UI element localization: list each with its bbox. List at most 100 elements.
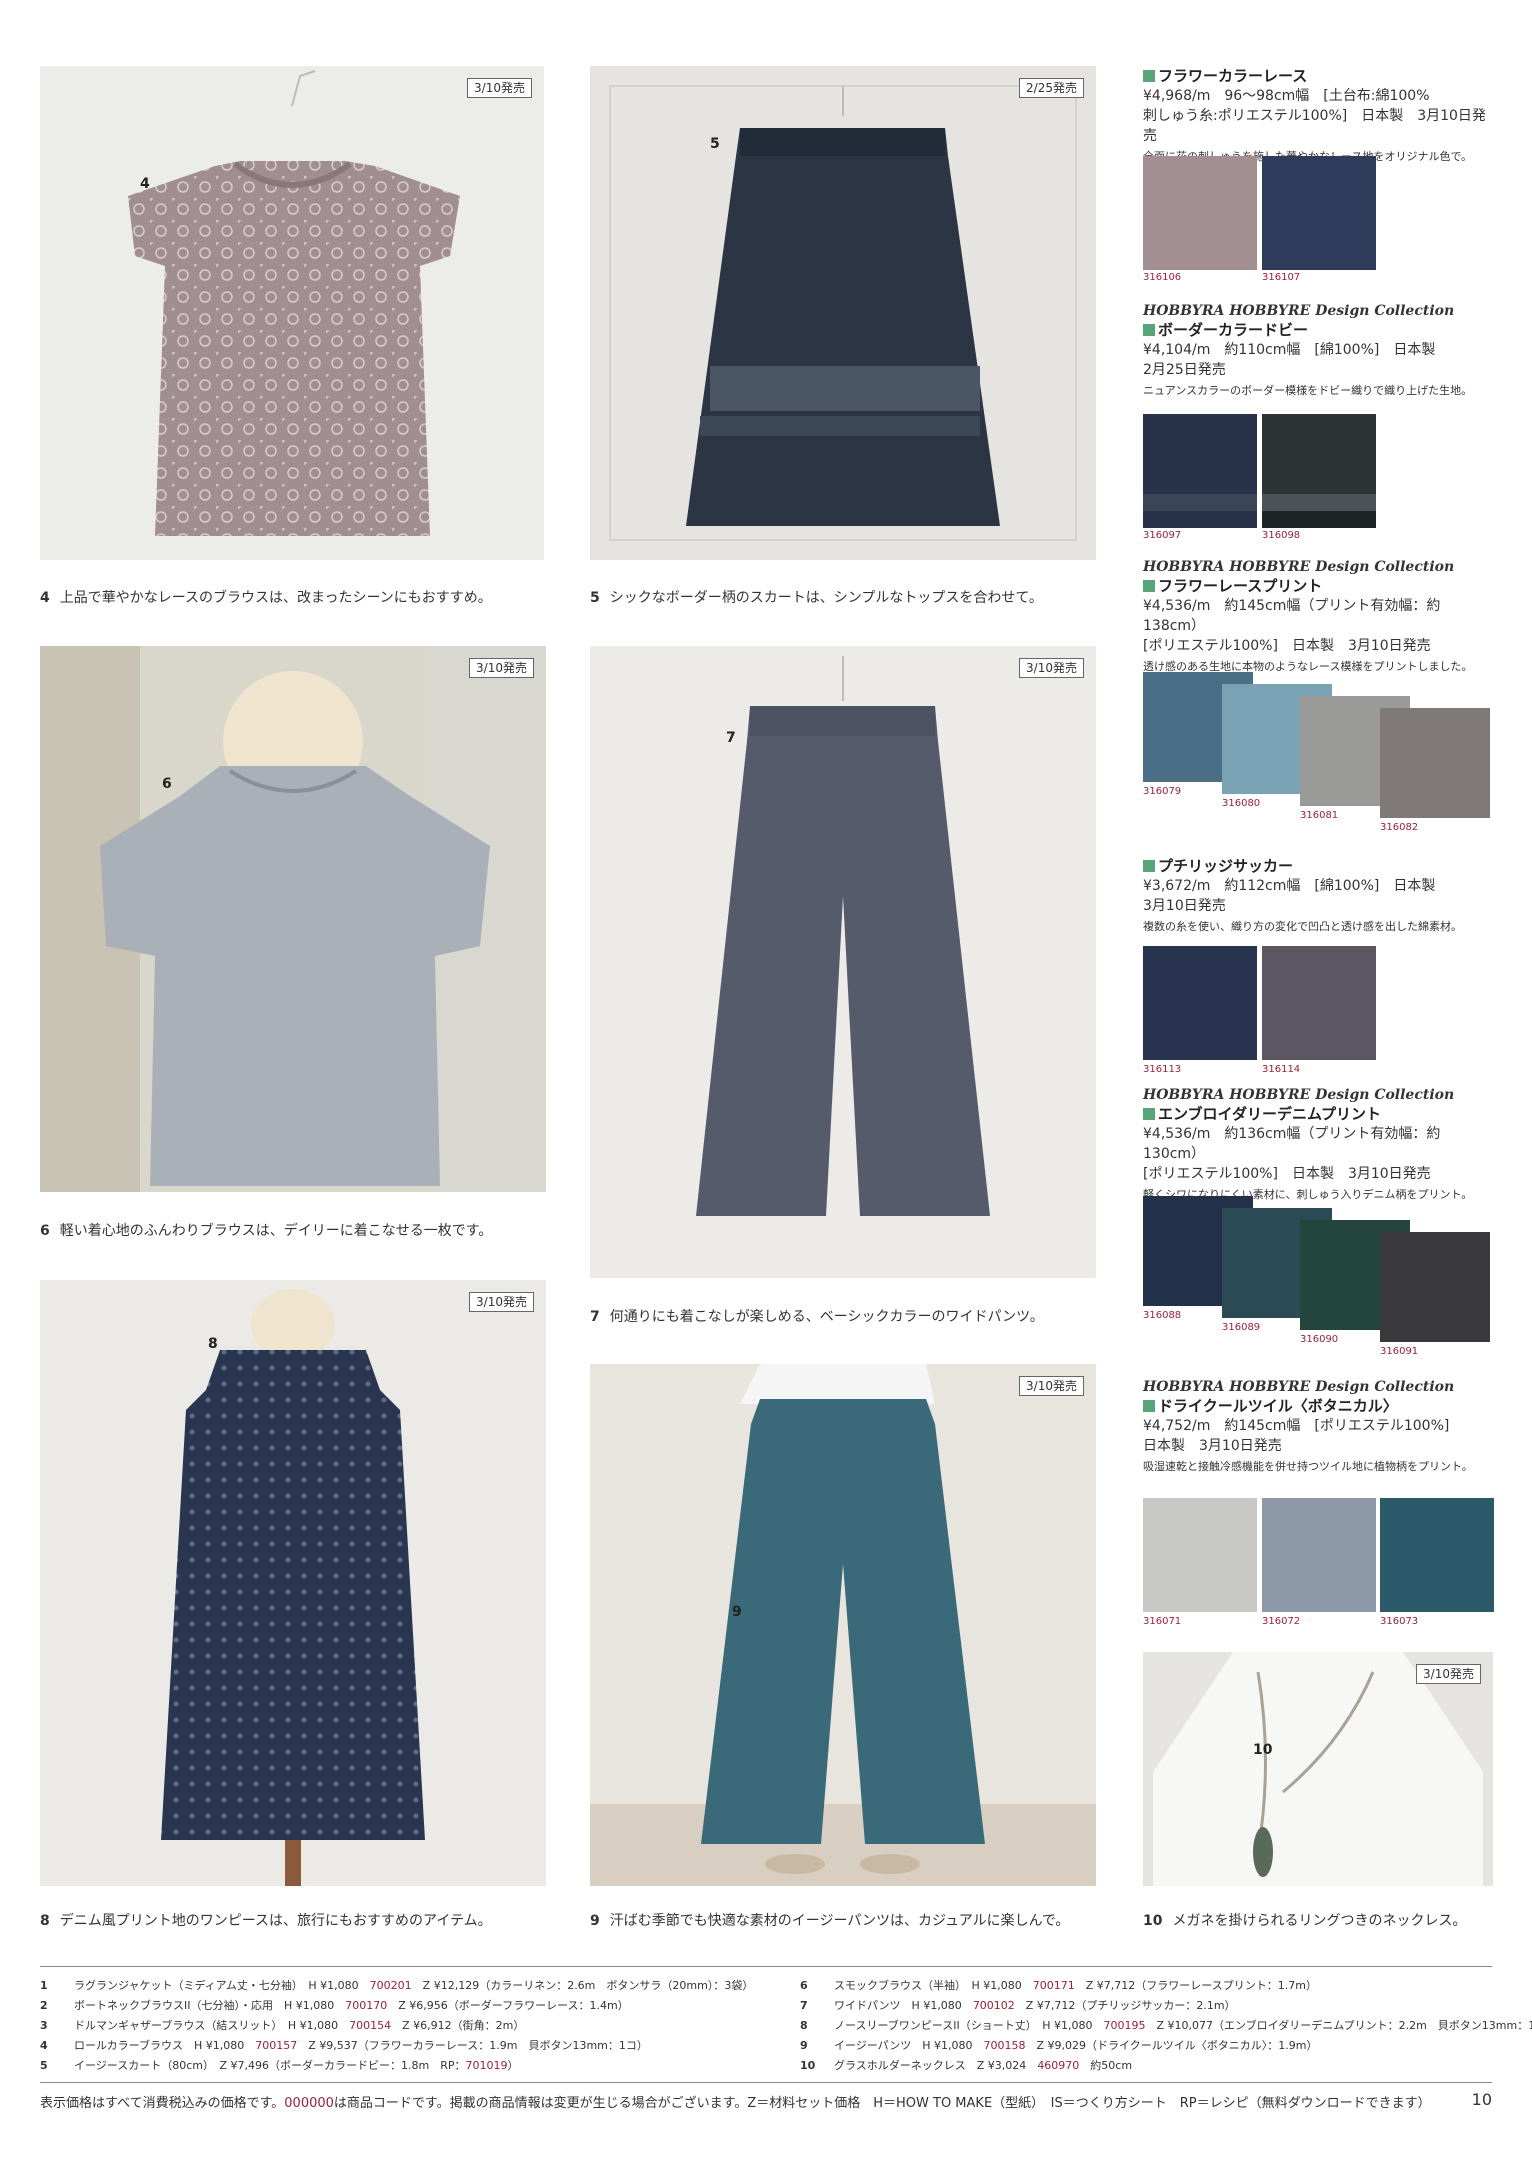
photo-number: 10 — [1253, 1742, 1273, 1758]
product-code: 316090 — [1300, 1334, 1339, 1345]
photo-smock-blouse: 6 3/10発売 — [40, 646, 546, 1192]
brand-logo: HOBBYRA HOBBYRE Design Collection — [1143, 1379, 1455, 1395]
dress-illustration — [161, 1289, 425, 1886]
fabric-info: 刺しゅう糸:ポリエステル100%] 日本製 3月10日発売 — [1143, 108, 1486, 144]
fabric-info: ¥4,752/m 約145cm幅 [ポリエステル100%] — [1143, 1418, 1450, 1434]
caption-number: 9 — [590, 1913, 600, 1929]
fabric-title: ボーダーカラードビー — [1143, 320, 1493, 340]
product-code: 316071 — [1143, 1616, 1182, 1627]
fabric-info: [ポリエステル100%] 日本製 3月10日発売 — [1143, 638, 1431, 654]
fabric-petit-ridge-seersucker: プチリッジサッカー ¥3,672/m 約112cm幅 [綿100%] 日本製 3… — [1143, 856, 1493, 936]
caption: 6 軽い着心地のふんわりブラウスは、デイリーに着こなせる一枚です。 — [40, 1220, 492, 1240]
fabric-swatch — [1380, 1498, 1494, 1612]
caption-text: シックなボーダー柄のスカートは、シンプルなトップスを合わせて。 — [609, 590, 1043, 606]
product-code: 316114 — [1262, 1064, 1301, 1075]
caption-number: 5 — [590, 590, 600, 606]
photo-number: 8 — [208, 1336, 218, 1352]
fabric-swatch — [1380, 708, 1490, 818]
fabric-swatch — [1143, 1498, 1257, 1612]
caption: 4 上品で華やかなレースのブラウスは、改まったシーンにもおすすめ。 — [40, 587, 492, 607]
caption-text: 汗ばむ季節でも快適な素材のイージーパンツは、カジュアルに楽しんで。 — [609, 1913, 1070, 1929]
divider — [40, 1966, 1492, 1967]
fabric-info: 日本製 3月10日発売 — [1143, 1438, 1282, 1454]
fabric-swatch — [1262, 156, 1376, 270]
photo-sleeveless-dress: 8 3/10発売 — [40, 1280, 546, 1886]
page-number: 10 — [1471, 2090, 1492, 2109]
fabric-info: ¥3,672/m 約112cm幅 [綿100%] 日本製 — [1143, 878, 1436, 894]
photo-easy-pants: 9 3/10発売 — [590, 1364, 1096, 1886]
product-code: 316089 — [1222, 1322, 1261, 1333]
release-badge: 3/10発売 — [469, 1292, 534, 1312]
caption-number: 4 — [40, 590, 50, 606]
fabric-swatch — [1143, 946, 1257, 1060]
square-bullet-icon — [1143, 580, 1155, 592]
fabric-swatch — [1143, 156, 1257, 270]
fabric-embroidery-denim-print: HOBBYRA HOBBYRE Design Collection エンブロイダ… — [1143, 1086, 1493, 1204]
square-bullet-icon — [1143, 324, 1155, 336]
product-code: 316080 — [1222, 798, 1261, 809]
product-code: 316072 — [1262, 1616, 1301, 1627]
caption-number: 8 — [40, 1913, 50, 1929]
fabric-info: ¥4,104/m 約110cm幅 [綿100%] 日本製 — [1143, 342, 1436, 358]
release-badge: 3/10発売 — [467, 78, 532, 98]
product-code: 316113 — [1143, 1064, 1182, 1075]
fabric-dry-cool-twill-botanical: HOBBYRA HOBBYRE Design Collection ドライクール… — [1143, 1378, 1493, 1476]
product-code: 316073 — [1380, 1616, 1419, 1627]
fabric-title: プチリッジサッカー — [1143, 856, 1493, 876]
divider — [40, 2082, 1492, 2083]
product-code: 316081 — [1300, 810, 1339, 821]
fabric-border-colored-dobby: HOBBYRA HOBBYRE Design Collection ボーダーカラ… — [1143, 302, 1493, 400]
brand-logo: HOBBYRA HOBBYRE Design Collection — [1143, 1087, 1455, 1103]
credit-line: 2 ボートネックブラウスII（七分袖）・応用 H ¥1,080 700170 Z … — [40, 1999, 629, 2012]
product-code: 316088 — [1143, 1310, 1182, 1321]
caption-number: 6 — [40, 1223, 50, 1239]
caption: 10 メガネを掛けられるリングつきのネックレス。 — [1143, 1910, 1466, 1930]
skirt-illustration — [609, 85, 1077, 541]
fabric-title: ドライクールツイル〈ボタニカル〉 — [1143, 1396, 1493, 1416]
caption-number: 7 — [590, 1309, 600, 1325]
release-badge: 2/25発売 — [1019, 78, 1084, 98]
caption: 5 シックなボーダー柄のスカートは、シンプルなトップスを合わせて。 — [590, 587, 1043, 607]
brand-logo: HOBBYRA HOBBYRE Design Collection — [1143, 559, 1455, 575]
fabric-swatch — [1262, 414, 1376, 528]
fabric-swatch — [1262, 946, 1376, 1060]
photo-lace-blouse: 4 3/10発売 — [40, 66, 544, 560]
photo-glass-holder-necklace: 10 3/10発売 — [1143, 1652, 1493, 1886]
release-badge: 3/10発売 — [1019, 1376, 1084, 1396]
easy-pants-illustration — [590, 1364, 1096, 1886]
photo-number: 4 — [140, 176, 150, 192]
caption-number: 10 — [1143, 1913, 1163, 1929]
caption-text: メガネを掛けられるリングつきのネックレス。 — [1172, 1913, 1467, 1929]
fabric-info: [ポリエステル100%] 日本製 3月10日発売 — [1143, 1166, 1431, 1182]
release-badge: 3/10発売 — [1416, 1664, 1481, 1684]
fabric-info: 3月10日発売 — [1143, 898, 1226, 914]
credit-line: 8 ノースリーブワンピースII（ショート丈） H ¥1,080 700195 Z … — [800, 2019, 1532, 2032]
credit-line: 9 イージーパンツ H ¥1,080 700158 Z ¥9,029（ドライクール… — [800, 2039, 1318, 2052]
photo-number: 7 — [726, 730, 736, 746]
release-badge: 3/10発売 — [469, 658, 534, 678]
caption-text: デニム風プリント地のワンピースは、旅行にもおすすめのアイテム。 — [59, 1913, 492, 1929]
fabric-title: エンブロイダリーデニムプリント — [1143, 1104, 1493, 1124]
caption: 9 汗ばむ季節でも快適な素材のイージーパンツは、カジュアルに楽しんで。 — [590, 1910, 1069, 1930]
release-badge: 3/10発売 — [1019, 658, 1084, 678]
fabric-title: フラワーカラーレース — [1143, 66, 1493, 86]
credit-line: 10 グラスホルダーネックレス Z ¥3,024 460970 約50cm — [800, 2059, 1133, 2072]
square-bullet-icon — [1143, 1108, 1155, 1120]
fabric-info: ¥4,536/m 約145cm幅（プリント有効幅：約138cm） — [1143, 598, 1441, 634]
brand-logo: HOBBYRA HOBBYRE Design Collection — [1143, 303, 1455, 319]
product-code: 316079 — [1143, 786, 1182, 797]
fabric-info: ¥4,536/m 約136cm幅（プリント有効幅：約130cm） — [1143, 1126, 1441, 1162]
blouse-illustration — [128, 70, 460, 536]
square-bullet-icon — [1143, 70, 1155, 82]
product-code: 316106 — [1143, 272, 1182, 283]
fabric-info: 2月25日発売 — [1143, 362, 1226, 378]
caption: 7 何通りにも着こなしが楽しめる、ベーシックカラーのワイドパンツ。 — [590, 1306, 1044, 1326]
fabric-swatch — [1143, 414, 1257, 528]
fabric-flower-lace-print: HOBBYRA HOBBYRE Design Collection フラワーレー… — [1143, 558, 1493, 676]
square-bullet-icon — [1143, 860, 1155, 872]
fabric-info: ¥4,968/m 96〜98cm幅 [土台布:綿100% — [1143, 88, 1430, 104]
credit-line: 1 ラグランジャケット（ミディアム丈・七分袖） H ¥1,080 700201 Z… — [40, 1979, 754, 1992]
product-code: 316107 — [1262, 272, 1301, 283]
product-code: 316097 — [1143, 530, 1182, 541]
fabric-swatch — [1380, 1232, 1490, 1342]
